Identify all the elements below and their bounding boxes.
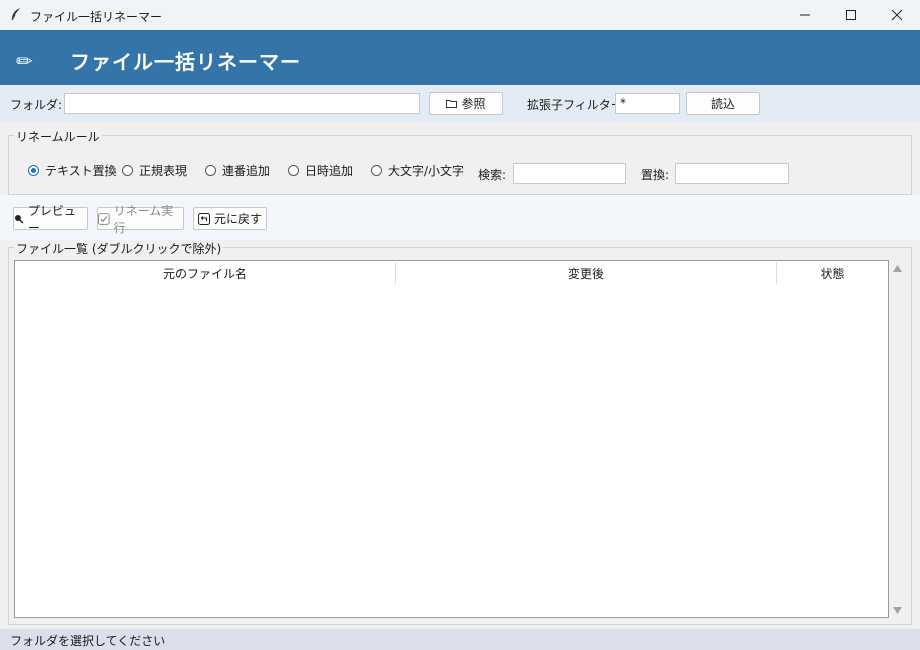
replace-input[interactable] xyxy=(675,163,789,184)
rename-execute-button[interactable]: リネーム実行 xyxy=(97,204,184,235)
load-button-label: 読込 xyxy=(710,97,735,111)
radio-text-replace[interactable]: テキスト置換 xyxy=(28,162,117,179)
folder-label: フォルダ: xyxy=(10,98,63,112)
radio-selected-icon xyxy=(28,165,39,176)
app-heading: ファイル一括リネーマー xyxy=(70,50,301,74)
load-button[interactable]: 読込 xyxy=(686,92,760,115)
maximize-button[interactable] xyxy=(828,0,874,30)
folder-path-input[interactable] xyxy=(64,93,420,114)
close-button[interactable] xyxy=(874,0,920,30)
search-label: 検索: xyxy=(478,168,507,182)
scroll-up-icon[interactable] xyxy=(893,265,902,272)
undo-icon xyxy=(197,212,210,225)
extension-filter-input[interactable]: * xyxy=(615,93,680,114)
minimize-icon xyxy=(800,14,810,16)
radio-unselected-icon xyxy=(205,165,216,176)
radio-unselected-icon xyxy=(288,165,299,176)
undo-button[interactable]: 元に戻す xyxy=(193,207,267,230)
search-input[interactable] xyxy=(513,163,626,184)
browse-button-label: 参照 xyxy=(461,97,486,111)
feather-icon xyxy=(11,8,20,21)
preview-button-label: プレビュー xyxy=(27,203,76,235)
vertical-scrollbar[interactable] xyxy=(889,260,906,618)
folder-icon xyxy=(446,100,458,108)
column-header-status[interactable]: 状態 xyxy=(777,261,888,285)
pencil-icon: ✏ xyxy=(16,49,33,73)
checkbox-icon xyxy=(98,212,110,225)
undo-button-label: 元に戻す xyxy=(213,212,262,226)
radio-label: 連番追加 xyxy=(222,164,271,178)
radio-label: テキスト置換 xyxy=(45,164,117,178)
replace-label: 置換: xyxy=(641,168,670,182)
column-header-new-name[interactable]: 変更後 xyxy=(396,261,776,285)
extension-filter-label: 拡張子フィルター: xyxy=(527,98,627,112)
rename-rule-title: リネームルール xyxy=(14,128,102,145)
browse-button[interactable]: 参照 xyxy=(429,92,503,115)
rename-execute-label: リネーム実行 xyxy=(113,203,174,235)
radio-unselected-icon xyxy=(122,165,133,176)
radio-unselected-icon xyxy=(371,165,382,176)
maximize-icon xyxy=(846,10,856,20)
radio-label: 正規表現 xyxy=(139,164,188,178)
magnifier-icon xyxy=(14,214,24,223)
minimize-button[interactable] xyxy=(782,0,828,30)
radio-sequence[interactable]: 連番追加 xyxy=(205,162,270,179)
radio-label: 日時追加 xyxy=(305,164,354,178)
close-icon xyxy=(891,9,903,21)
status-text: フォルダを選択してください xyxy=(10,634,166,648)
radio-case[interactable]: 大文字/小文字 xyxy=(371,162,464,179)
radio-regex[interactable]: 正規表現 xyxy=(122,162,187,179)
preview-button[interactable]: プレビュー xyxy=(13,204,88,235)
file-list-table[interactable] xyxy=(14,260,889,618)
window-title: ファイル一括リネーマー xyxy=(30,10,163,24)
column-header-original-name[interactable]: 元のファイル名 xyxy=(15,261,395,285)
scroll-down-icon[interactable] xyxy=(893,607,902,614)
radio-datetime[interactable]: 日時追加 xyxy=(288,162,353,179)
radio-label: 大文字/小文字 xyxy=(388,164,465,178)
file-list-title: ファイル一覧 (ダブルクリックで除外) xyxy=(14,240,224,257)
